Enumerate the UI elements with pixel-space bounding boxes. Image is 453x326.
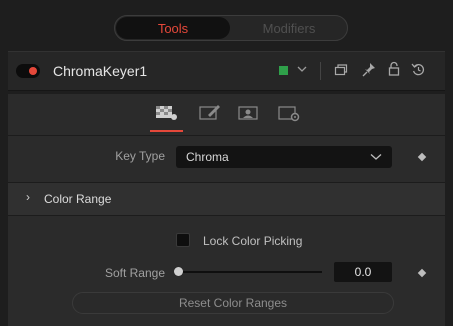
- inspector-tab-bar: [8, 94, 445, 136]
- lock-color-picking-checkbox[interactable]: [176, 233, 190, 247]
- key-type-value: Chroma: [186, 150, 229, 164]
- settings-tab-icon[interactable]: [278, 104, 302, 122]
- node-color-chip[interactable]: [279, 66, 288, 75]
- color-dropdown-chevron-icon[interactable]: [297, 65, 307, 73]
- lock-color-picking-label: Lock Color Picking: [203, 234, 303, 248]
- soft-range-slider-handle[interactable]: [173, 267, 183, 276]
- pre-matte-tab-icon[interactable]: [199, 104, 223, 122]
- node-name: ChromaKeyer1: [53, 63, 148, 79]
- image-tab-icon[interactable]: [238, 104, 260, 122]
- key-type-dropdown[interactable]: Chroma: [176, 146, 392, 168]
- versions-icon[interactable]: [334, 63, 348, 77]
- key-tab-icon[interactable]: [155, 104, 179, 122]
- chevron-right-icon: ›: [26, 190, 30, 204]
- tools-tab[interactable]: Tools: [116, 17, 230, 39]
- toggle-indicator: [29, 67, 37, 75]
- key-type-label: Key Type: [115, 149, 165, 163]
- header-divider: [320, 62, 321, 80]
- color-range-label: Color Range: [44, 192, 112, 206]
- soft-range-value-field[interactable]: 0.0: [334, 262, 392, 282]
- reset-icon[interactable]: [411, 62, 426, 77]
- soft-range-slider[interactable]: [178, 271, 322, 273]
- reset-color-ranges-button[interactable]: Reset Color Ranges: [72, 292, 394, 314]
- active-tab-indicator: [150, 130, 183, 132]
- dropdown-chevron-icon: [370, 154, 382, 160]
- soft-range-label: Soft Range: [104, 266, 165, 280]
- pin-icon[interactable]: [362, 62, 376, 77]
- modifiers-tab[interactable]: Modifiers: [232, 17, 346, 39]
- lock-icon[interactable]: [388, 61, 400, 77]
